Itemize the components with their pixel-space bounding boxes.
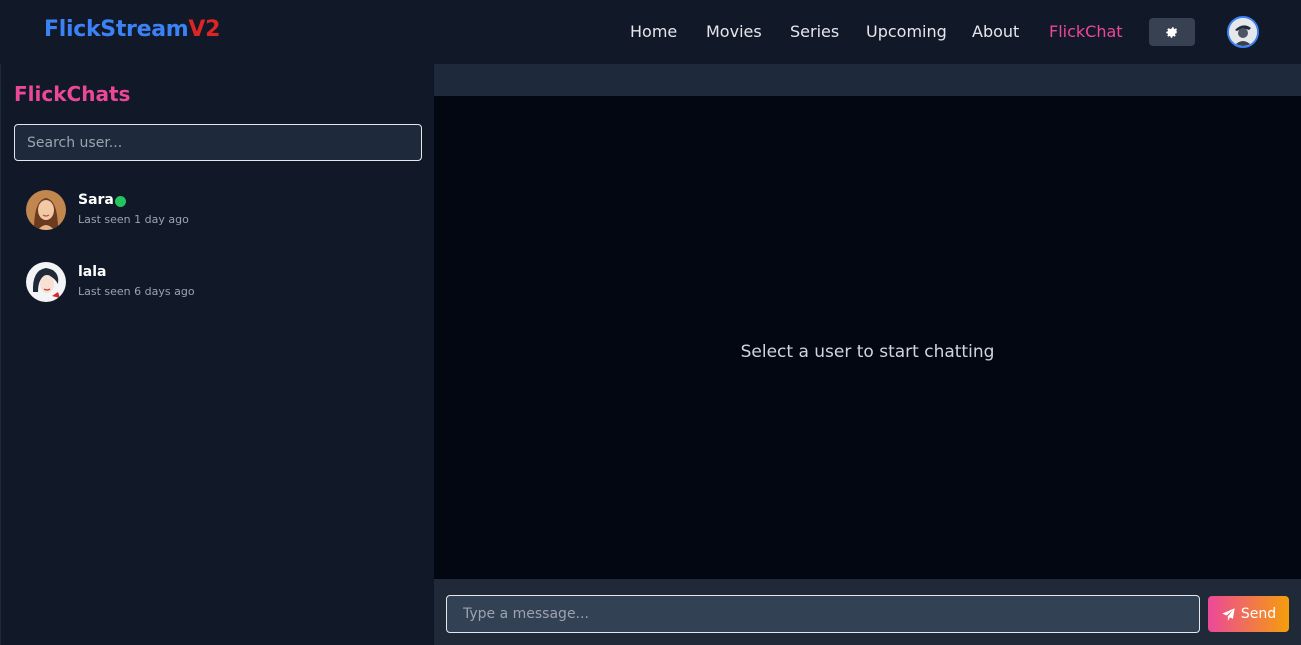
nav-flickchat[interactable]: FlickChat bbox=[1049, 22, 1123, 41]
user-name: lala bbox=[78, 264, 107, 280]
profile-avatar[interactable] bbox=[1227, 16, 1259, 48]
user-avatar-icon bbox=[1229, 18, 1257, 46]
site-logo[interactable]: FlickStreamV2 bbox=[44, 17, 220, 42]
user-photo-icon bbox=[26, 190, 66, 230]
empty-chat-message: Select a user to start chatting bbox=[740, 342, 995, 362]
search-user-input[interactable] bbox=[14, 124, 422, 161]
settings-button[interactable] bbox=[1149, 18, 1195, 46]
user-item-lala[interactable]: lala Last seen 6 days ago bbox=[14, 262, 422, 322]
chat-sidebar: FlickChats Sara Last seen 1 day ago bbox=[0, 64, 433, 645]
chat-header-bar bbox=[434, 64, 1301, 96]
paper-plane-icon bbox=[1222, 607, 1235, 621]
avatar bbox=[26, 190, 66, 230]
user-photo-icon bbox=[26, 262, 66, 302]
message-composer: Send bbox=[434, 579, 1301, 645]
nav-series[interactable]: Series bbox=[790, 22, 839, 41]
last-seen-text: Last seen 6 days ago bbox=[78, 285, 195, 298]
nav-movies[interactable]: Movies bbox=[706, 22, 762, 41]
nav-upcoming[interactable]: Upcoming bbox=[866, 22, 947, 41]
logo-suffix-text: V2 bbox=[188, 17, 221, 42]
send-button[interactable]: Send bbox=[1208, 596, 1289, 632]
top-navbar: FlickStreamV2 Home Movies Series Upcomin… bbox=[0, 0, 1301, 64]
online-status-dot bbox=[115, 196, 126, 207]
chat-panel: Select a user to start chatting Send bbox=[434, 64, 1301, 645]
user-name: Sara bbox=[78, 192, 114, 208]
user-item-sara[interactable]: Sara Last seen 1 day ago bbox=[14, 190, 422, 250]
avatar bbox=[26, 262, 66, 302]
nav-about[interactable]: About bbox=[972, 22, 1019, 41]
message-input[interactable] bbox=[446, 595, 1200, 633]
send-label: Send bbox=[1240, 606, 1277, 622]
gear-icon bbox=[1166, 27, 1178, 38]
sidebar-title: FlickChats bbox=[14, 82, 131, 106]
logo-main-text: FlickStream bbox=[44, 17, 189, 42]
last-seen-text: Last seen 1 day ago bbox=[78, 213, 189, 226]
nav-home[interactable]: Home bbox=[630, 22, 677, 41]
